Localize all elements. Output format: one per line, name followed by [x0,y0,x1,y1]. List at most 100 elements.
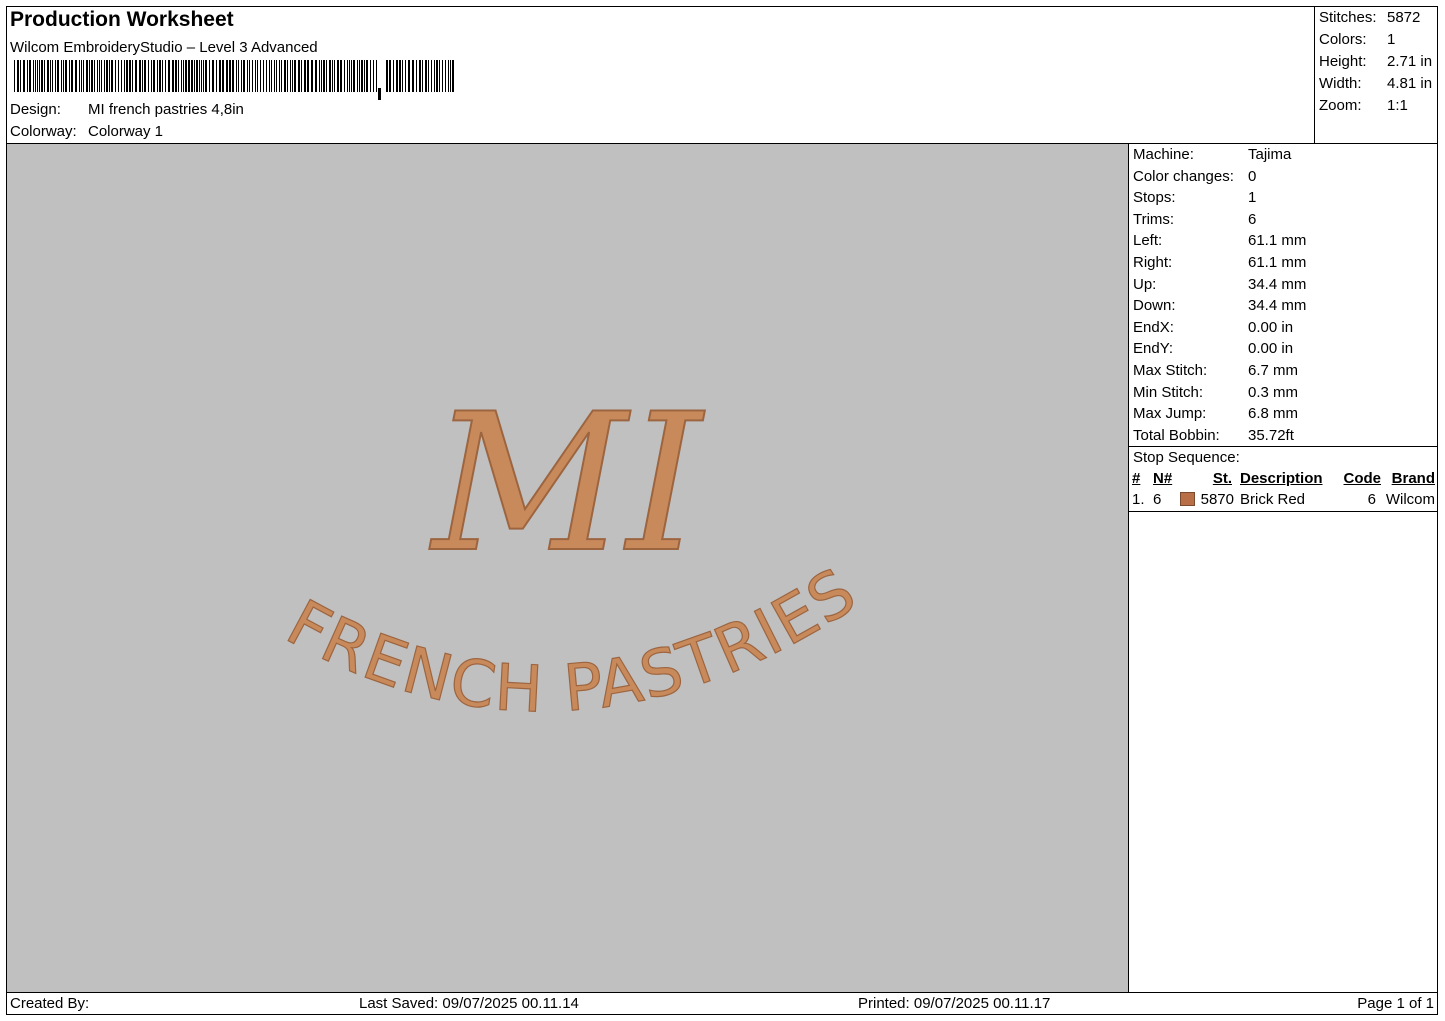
stat-label: Up: [1133,275,1157,293]
barcode-bar [399,60,401,92]
stat-label: Max Stitch: [1133,361,1208,379]
barcode-bar [442,60,443,92]
row-code: 6 [1367,491,1376,508]
stat-label: Max Jump: [1133,405,1207,423]
width-value: 4.81 in [1387,75,1433,92]
barcode-bar [349,60,350,92]
barcode-bar [319,60,320,92]
barcode-bar [294,60,296,92]
stat-value: 0.00 in [1248,340,1294,358]
barcode-bar [249,60,250,92]
barcode-bar [106,60,108,92]
barcode-bar [159,60,161,92]
barcode-bar [434,60,435,92]
col-brand: Brand [1391,470,1435,487]
stat-value: 0.00 in [1248,318,1294,336]
barcode-bar [298,60,300,92]
barcode-bar [419,60,421,92]
machine-stat-row: Left: 61.1 mm [1133,230,1306,252]
barcode-bar [104,60,105,92]
stat-label: EndX: [1133,318,1174,336]
barcode-bar [168,60,170,92]
barcode-bar [135,60,137,92]
barcode-bar [281,60,282,92]
table-row: 1. 6 5870 Brick Red 6 Wilcom [1129,490,1438,510]
barcode-bar [416,60,417,92]
barcode-bar [83,60,84,92]
barcode-bar [351,60,352,92]
design-label: Design: [10,101,61,118]
divider [1129,511,1438,512]
barcode-bar [17,60,19,92]
barcode-bar [241,60,242,92]
barcode-bar [188,60,190,92]
row-description: Brick Red [1240,491,1306,508]
stat-label: Min Stitch: [1133,383,1204,401]
machine-stat-row: Trims: 6 [1133,209,1306,231]
row-brand: Wilcom [1385,491,1435,508]
barcode-bar [269,60,270,92]
barcode-bar [196,60,198,92]
machine-stat-row: Color changes: 0 [1133,166,1306,188]
zoom-label: Zoom: [1319,97,1362,114]
stat-label: Right: [1133,253,1173,271]
barcode-bar [55,60,56,92]
barcode-bar [44,60,45,92]
barcode-bar [378,88,381,100]
col-num: # [1132,470,1141,487]
barcode-bar [175,60,177,92]
machine-stat-row: EndX: 0.00 in [1133,317,1306,339]
barcode-bar [142,60,143,92]
barcode-bar [326,60,327,92]
colors-value: 1 [1387,31,1396,48]
barcode-bar [359,60,360,92]
barcode-bar [226,60,228,92]
barcode-bar [118,60,119,92]
stat-label: Machine: [1133,146,1194,163]
barcode-bar [101,60,102,92]
barcode-bar [194,60,195,92]
barcode-bar [431,60,432,92]
stat-label: Total Bobbin: [1133,426,1220,444]
barcode-bar [172,60,174,92]
barcode-bar [165,60,166,92]
barcode-bar [323,60,325,92]
machine-stat-row: Min Stitch: 0.3 mm [1133,382,1306,404]
barcode-bar [111,60,113,92]
barcode-bar [162,60,163,92]
col-code: Code [1343,470,1382,487]
stat-label: Left: [1133,232,1163,250]
stat-value: 35.72ft [1248,426,1294,444]
divider [1314,6,1315,143]
height-label: Height: [1319,53,1367,70]
barcode-bar [219,60,221,92]
barcode-bar [364,60,365,92]
barcode-bar [94,60,95,92]
stat-value: 6.8 mm [1248,405,1299,423]
barcode-bar [91,60,93,92]
barcode-bar [236,60,237,92]
barcode-bar [201,60,202,92]
barcode-bar [436,60,438,92]
barcode-bar [126,60,128,92]
stop-sequence-title: Stop Sequence: [1133,449,1240,466]
barcode-bar [340,60,342,92]
barcode-bar [279,60,280,92]
barcode-bar [290,60,291,92]
stitches-label: Stitches: [1319,9,1377,26]
monogram-text: MI [429,373,706,594]
stat-value: 1 [1248,189,1257,207]
machine-stats: Machine: Tajima Color changes: 0 Stops: 1 Trim… [1133,144,1306,446]
col-stitches: St. [1212,470,1232,487]
barcode-bar [396,60,398,92]
barcode-bar [422,60,423,92]
page-title: Production Worksheet [10,8,234,31]
machine-stat-row: Total Bobbin: 35.72ft [1133,425,1306,447]
barcode-bar [65,60,67,92]
barcode-bar [301,60,302,92]
barcode-bar [448,60,449,92]
barcode-bar [405,60,406,92]
barcode-bar [216,60,217,92]
stat-value: 61.1 mm [1248,253,1307,271]
machine-stat-row: Right: 61.1 mm [1133,252,1306,274]
